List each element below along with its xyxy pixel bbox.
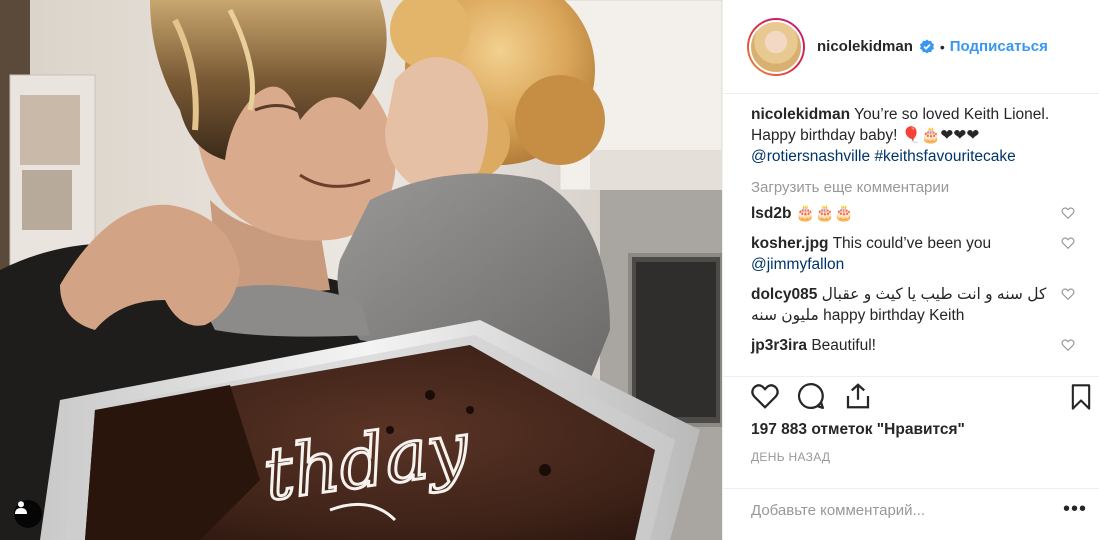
share-icon[interactable] — [843, 381, 873, 411]
add-comment-bar: ••• — [723, 488, 1099, 540]
comment-bubble-icon[interactable] — [795, 381, 827, 411]
caption-mention-link[interactable]: @rotiersnashville — [751, 148, 870, 165]
comment-text: 🎂🎂🎂 — [795, 205, 854, 222]
comment-like-heart-icon[interactable] — [1061, 287, 1075, 301]
header-username[interactable]: nicolekidman — [817, 38, 913, 55]
user-tag-button[interactable] — [14, 500, 42, 528]
user-tag-icon — [15, 501, 27, 514]
verified-badge-icon — [919, 39, 935, 55]
instagram-post: thday nicolekidman • Подписаться nicolek… — [0, 0, 1099, 540]
comment-text: happy birthday Keith — [823, 307, 965, 324]
comment-like-heart-icon[interactable] — [1061, 338, 1075, 352]
avatar-story-ring[interactable] — [747, 17, 805, 76]
comment-like-heart-icon[interactable] — [1061, 236, 1075, 250]
comment-mention-link[interactable]: @jimmyfallon — [751, 256, 844, 273]
load-more-comments-button[interactable]: Загрузить еще комментарии — [751, 179, 1087, 196]
bookmark-icon[interactable] — [1067, 381, 1095, 413]
photo-illustration: thday — [0, 0, 722, 540]
likes-count[interactable]: 197 883 отметок "Нравится" — [751, 421, 965, 439]
post-header: nicolekidman • Подписаться — [723, 0, 1099, 94]
heart-icon[interactable] — [749, 381, 781, 411]
comment-item: lsd2b 🎂🎂🎂 — [751, 203, 1087, 224]
avatar — [749, 19, 803, 74]
comment-item: jp3r3ira Beautiful! — [751, 335, 1087, 356]
post-caption: nicolekidman You’re so loved Keith Lione… — [751, 104, 1087, 167]
comment-username[interactable]: dolcy085 — [751, 286, 817, 303]
follow-button[interactable]: Подписаться — [950, 38, 1048, 55]
comment-item: dolcy085 كل سنه و انت طيب يا كيث و عقبال… — [751, 284, 1087, 326]
action-bar — [723, 376, 1099, 416]
add-comment-input[interactable] — [751, 499, 1041, 521]
comments-section: nicolekidman You’re so loved Keith Lione… — [751, 104, 1087, 365]
more-options-button[interactable]: ••• — [1063, 499, 1087, 519]
comment-text: Beautiful! — [811, 337, 876, 354]
comment-text: This could’ve been you — [832, 235, 992, 252]
comment-item: kosher.jpg This could’ve been you @jimmy… — [751, 233, 1087, 275]
header-separator: • — [939, 38, 945, 55]
post-timestamp[interactable]: ДЕНЬ НАЗАД — [751, 450, 830, 464]
comment-text-rtl: كل سنه و انت طيب يا كيث و عقبال — [821, 286, 1047, 303]
caption-username[interactable]: nicolekidman — [751, 106, 850, 123]
post-side-panel: nicolekidman • Подписаться nicolekidman … — [722, 0, 1099, 540]
caption-hashtag-link[interactable]: #keithsfavouritecake — [874, 148, 1015, 165]
comment-username[interactable]: lsd2b — [751, 205, 791, 222]
comment-like-heart-icon[interactable] — [1061, 206, 1075, 220]
comment-username[interactable]: jp3r3ira — [751, 337, 807, 354]
comment-text-rtl: مليون سنه — [751, 307, 819, 324]
comment-username[interactable]: kosher.jpg — [751, 235, 829, 252]
post-photo[interactable]: thday — [0, 0, 722, 540]
